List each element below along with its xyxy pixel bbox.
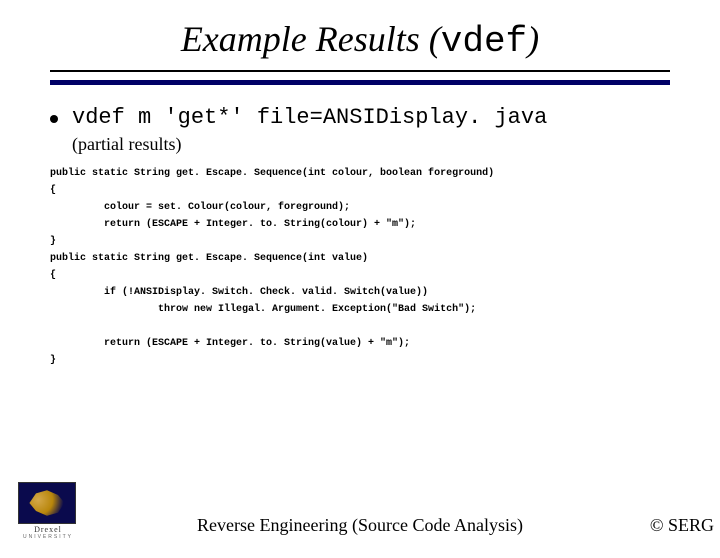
title-rule: [50, 70, 670, 85]
subnote: (partial results): [72, 134, 670, 155]
footer-center: Reverse Engineering (Source Code Analysi…: [0, 515, 720, 536]
code-block: public static String get. Escape. Sequen…: [50, 165, 670, 369]
title-suffix: ): [527, 19, 539, 59]
command-text: vdef m 'get*' file=ANSIDisplay. java: [72, 105, 547, 130]
command-bullet: vdef m 'get*' file=ANSIDisplay. java: [50, 105, 670, 130]
footer: Drexel UNIVERSITY Reverse Engineering (S…: [0, 486, 720, 546]
title-prefix: Example Results (: [181, 19, 441, 59]
footer-right: © SERG: [650, 515, 714, 536]
bullet-icon: [50, 115, 58, 123]
slide: Example Results (vdef) vdef m 'get*' fil…: [0, 18, 720, 558]
title-mono: vdef: [441, 21, 527, 62]
slide-title: Example Results (vdef): [0, 18, 720, 62]
